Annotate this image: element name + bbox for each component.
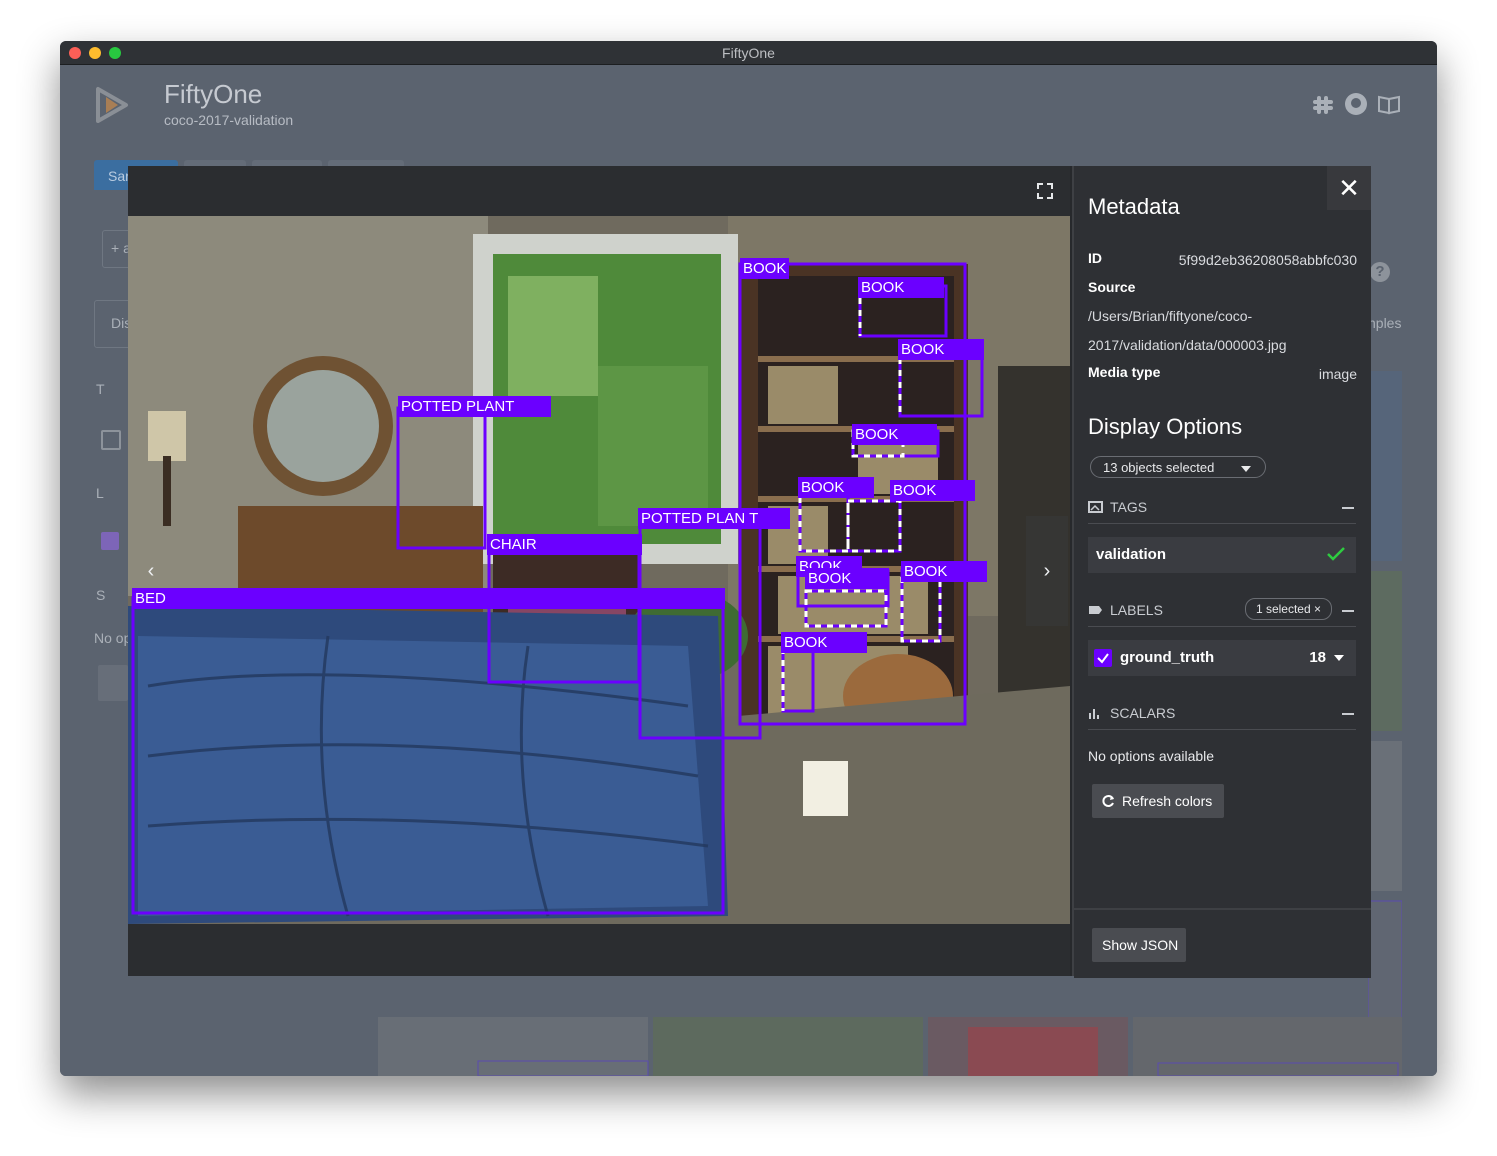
sidebar-scalars-fragment: S bbox=[96, 587, 106, 603]
app-header: FiftyOne coco-2017-validation bbox=[60, 65, 1437, 147]
detection-label[interactable]: BOOK bbox=[798, 477, 874, 498]
viewer-toolbar bbox=[128, 166, 1070, 216]
detection-label[interactable]: POTTED PLANT bbox=[398, 396, 551, 417]
tag-name: validation bbox=[1096, 546, 1167, 563]
display-options-title: Display Options bbox=[1088, 414, 1243, 439]
tag-row-validation[interactable]: validation bbox=[1088, 537, 1356, 573]
checkbox-check-icon bbox=[1097, 653, 1109, 664]
next-sample-arrow-icon[interactable]: › bbox=[1026, 516, 1068, 626]
source-label: Source bbox=[1088, 279, 1136, 295]
media-type-label: Media type bbox=[1088, 364, 1161, 380]
detection-label[interactable]: BOOK bbox=[852, 424, 937, 445]
field-name: ground_truth bbox=[1120, 649, 1215, 666]
metadata-title: Metadata bbox=[1088, 194, 1180, 219]
bar-chart-icon bbox=[1089, 709, 1099, 719]
chevron-down-icon bbox=[1241, 466, 1251, 472]
sample-image[interactable]: BOOK BOOK BOOK POTTED PLANT BOOK BOOK BO… bbox=[128, 216, 1070, 924]
refresh-colors-label: Refresh colors bbox=[1122, 793, 1213, 809]
samples-count-fragment: nples bbox=[1368, 315, 1402, 331]
show-json-button[interactable]: Show JSON bbox=[1092, 928, 1186, 962]
grid-thumbnails-bottom bbox=[378, 1017, 1402, 1076]
panel-footer: Show JSON bbox=[1074, 908, 1371, 978]
scalars-title: SCALARS bbox=[1110, 705, 1176, 721]
sidebar-labels-fragment: L bbox=[96, 485, 104, 501]
labels-section-header[interactable]: LABELS 1 selected × bbox=[1088, 596, 1356, 627]
header-icons bbox=[1313, 93, 1400, 115]
detection-label[interactable]: POTTED PLAN T bbox=[638, 508, 790, 529]
collapse-tags-icon[interactable] bbox=[1342, 507, 1354, 509]
field-count: 18 bbox=[1309, 649, 1326, 666]
id-label: ID bbox=[1088, 250, 1102, 266]
detection-label[interactable]: BOOK bbox=[781, 632, 867, 653]
source-path-line2: 2017/validation/data/000003.jpg bbox=[1088, 337, 1287, 353]
media-type-value: image bbox=[1318, 366, 1357, 382]
docs-book-icon[interactable] bbox=[1378, 95, 1400, 115]
sidebar-noop-fragment: No op bbox=[94, 630, 132, 646]
scalars-section-header[interactable]: SCALARS bbox=[1088, 699, 1356, 730]
help-icon[interactable]: ? bbox=[1370, 262, 1390, 282]
grid-thumbnails-right bbox=[1368, 371, 1402, 1031]
tags-title: TAGS bbox=[1110, 499, 1148, 515]
sidebar-refresh-button[interactable] bbox=[98, 665, 128, 701]
detection-label[interactable]: CHAIR bbox=[487, 534, 642, 555]
refresh-colors-button[interactable]: Refresh colors bbox=[1092, 784, 1224, 818]
no-options-text: No options available bbox=[1088, 748, 1215, 764]
image-tag-icon bbox=[1088, 501, 1103, 513]
sample-modal: BOOK BOOK BOOK POTTED PLANT BOOK BOOK BO… bbox=[128, 166, 1371, 978]
collapse-scalars-icon[interactable] bbox=[1342, 713, 1354, 715]
detection-label[interactable]: BOOK bbox=[740, 258, 790, 279]
ground-truth-checkbox[interactable] bbox=[1094, 649, 1112, 667]
viewer-bottom-bar bbox=[128, 924, 1070, 976]
fullscreen-icon[interactable] bbox=[1032, 178, 1058, 204]
tags-section-header[interactable]: TAGS bbox=[1088, 493, 1356, 524]
objects-selected-dropdown[interactable]: 13 objects selected bbox=[1090, 456, 1266, 478]
source-path-line1: /Users/Brian/fiftyone/coco- bbox=[1088, 308, 1253, 324]
detection-label[interactable]: BED bbox=[132, 588, 725, 609]
previous-sample-arrow-icon[interactable]: ‹ bbox=[130, 516, 172, 626]
objects-selected-text: 13 objects selected bbox=[1103, 460, 1215, 475]
image-viewer: BOOK BOOK BOOK POTTED PLANT BOOK BOOK BO… bbox=[128, 166, 1070, 976]
label-field-row-ground-truth[interactable]: ground_truth 18 bbox=[1088, 640, 1356, 676]
detection-label[interactable]: BOOK bbox=[858, 277, 944, 298]
check-icon bbox=[1327, 547, 1345, 561]
fiftyone-logo-icon bbox=[96, 87, 128, 123]
sidebar-tags-fragment: T bbox=[96, 381, 105, 397]
detection-label[interactable]: BOOK bbox=[890, 480, 975, 501]
dataset-name: coco-2017-validation bbox=[164, 112, 294, 128]
window-title: FiftyOne bbox=[722, 45, 775, 61]
refresh-icon bbox=[1102, 795, 1114, 807]
labels-selected-pill[interactable]: 1 selected × bbox=[1244, 598, 1332, 620]
label-tag-icon bbox=[1089, 606, 1102, 614]
detection-label[interactable]: BOOK bbox=[805, 568, 889, 589]
app-window: FiftyOne FiftyOne coco-2017-validation S… bbox=[60, 41, 1437, 1076]
detection-label[interactable]: BOOK bbox=[898, 339, 984, 360]
sidebar-checked-box[interactable] bbox=[101, 532, 119, 550]
title-bar: FiftyOne bbox=[60, 41, 1437, 65]
sample-sidebar: ✕ Metadata ID 5f99d2eb36208058abbfc030 S… bbox=[1072, 166, 1371, 978]
sidebar-checkbox[interactable] bbox=[101, 430, 121, 450]
slack-icon[interactable] bbox=[1313, 96, 1333, 114]
brand-name: FiftyOne bbox=[164, 79, 263, 109]
detection-label[interactable]: BOOK bbox=[901, 561, 987, 582]
github-icon[interactable] bbox=[1345, 93, 1367, 115]
id-value: 5f99d2eb36208058abbfc030 bbox=[1178, 252, 1357, 268]
close-modal-button[interactable]: ✕ bbox=[1327, 166, 1371, 210]
labels-title: LABELS bbox=[1110, 602, 1163, 618]
chevron-down-icon[interactable] bbox=[1334, 655, 1344, 661]
collapse-labels-icon[interactable] bbox=[1342, 610, 1354, 612]
